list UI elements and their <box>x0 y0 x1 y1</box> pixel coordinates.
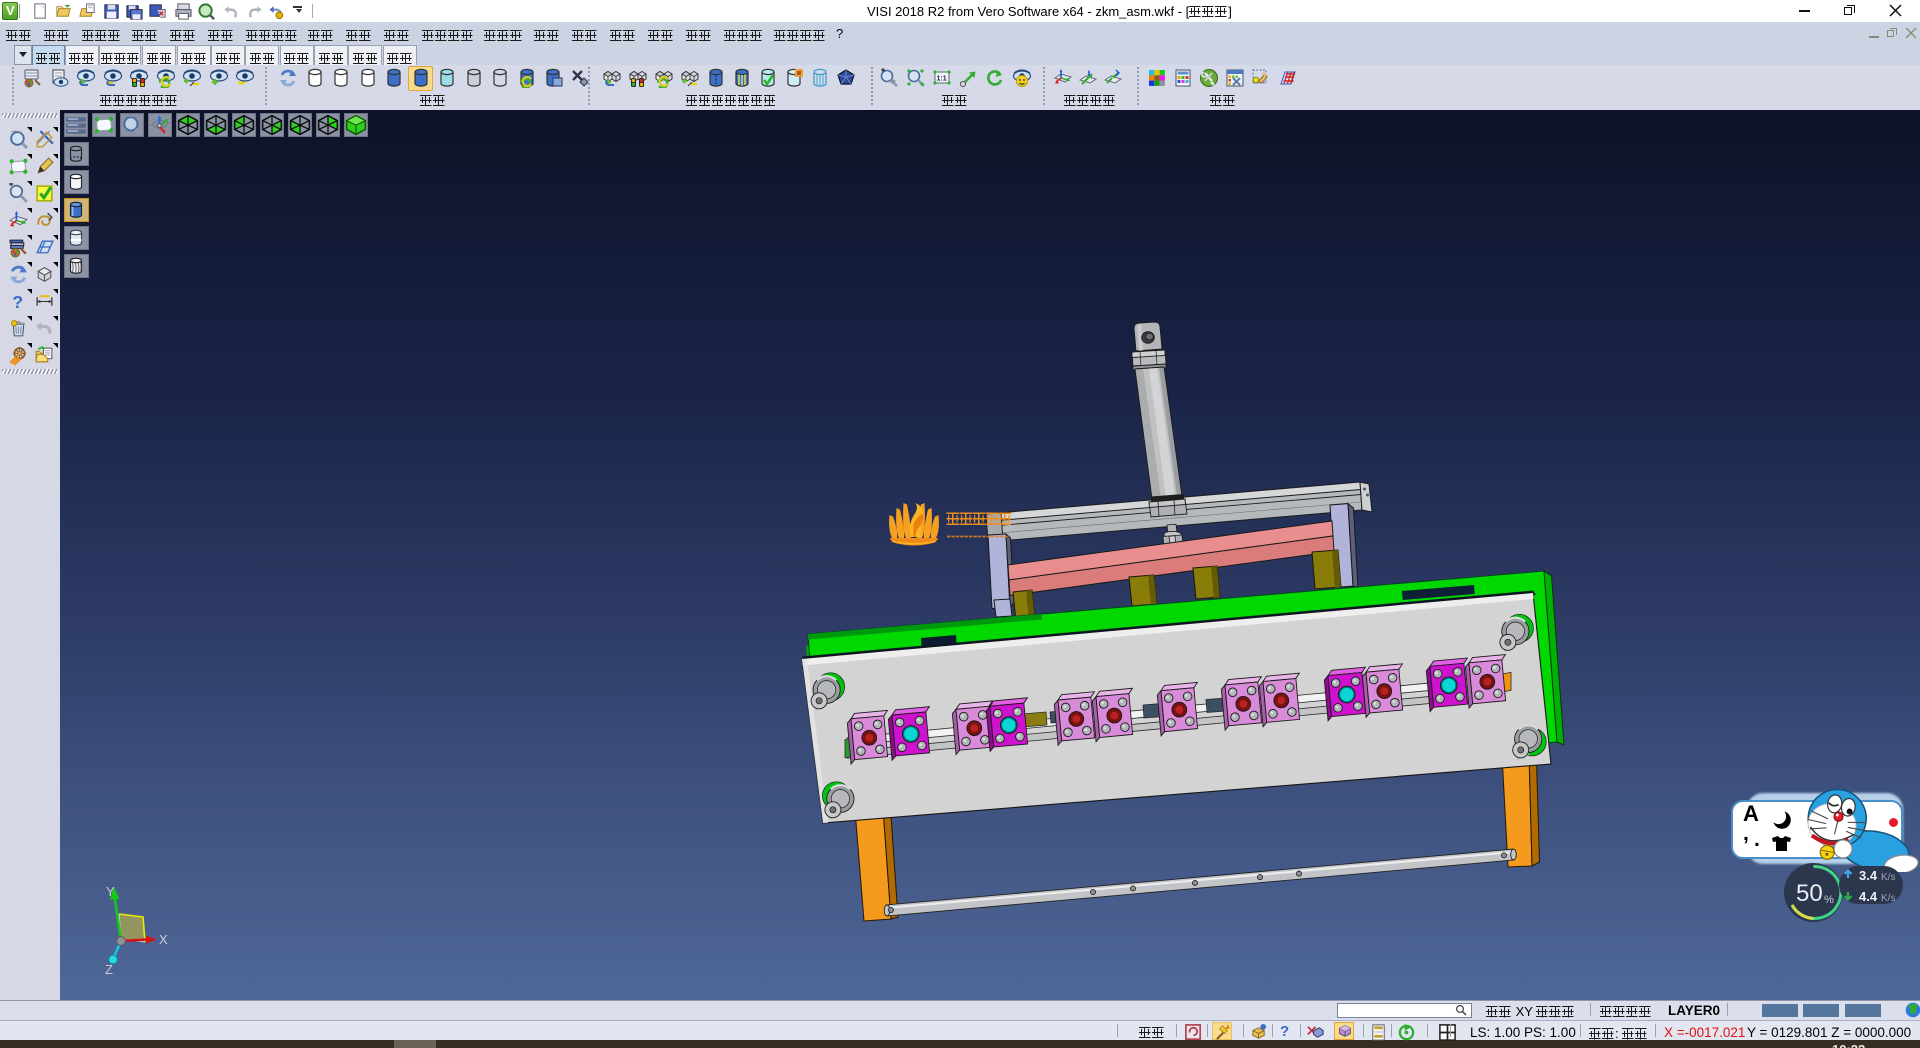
svg-text:K/s: K/s <box>1881 893 1895 904</box>
svg-text:X: X <box>159 932 168 947</box>
svg-text:4.4: 4.4 <box>1859 889 1878 904</box>
svg-text:50: 50 <box>1796 880 1823 907</box>
svg-text:3.4: 3.4 <box>1859 868 1878 883</box>
svg-text:%: % <box>1824 894 1834 906</box>
svg-text:Y: Y <box>106 884 115 899</box>
svg-text:?: ? <box>12 292 23 312</box>
svg-text:Z: Z <box>105 962 113 977</box>
svg-text:1:1: 1:1 <box>937 76 947 83</box>
svg-text:K/s: K/s <box>1881 872 1895 883</box>
